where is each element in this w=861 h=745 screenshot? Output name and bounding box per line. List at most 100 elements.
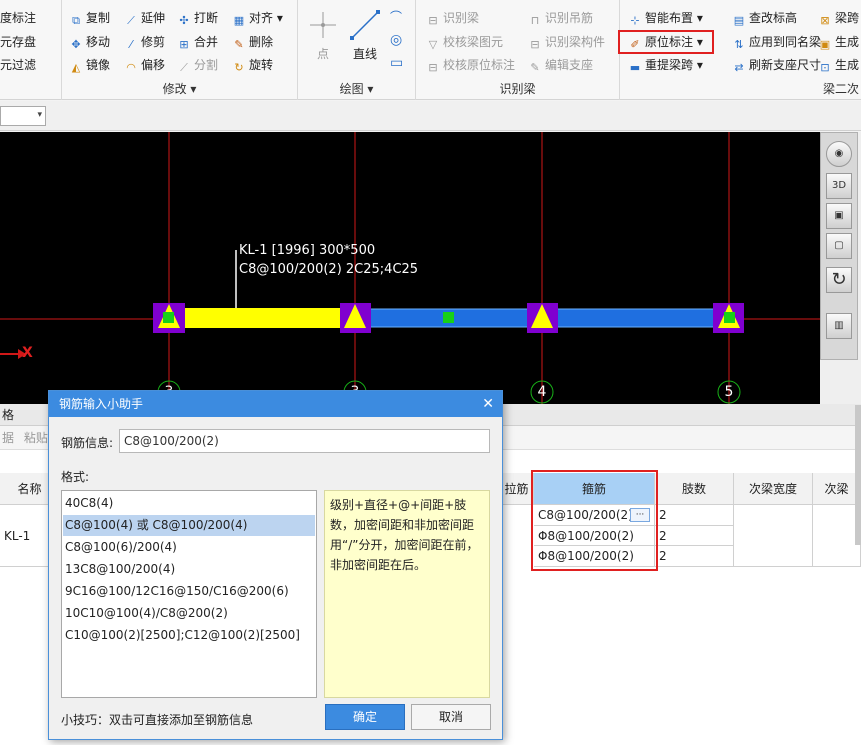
format-item[interactable]: 9C16@100/12C16@150/C16@200(6) [63,581,315,602]
ribbon-group-title-beam2: 梁二次 [822,82,859,96]
refresh-support-button[interactable]: ⇄ 刷新支座尺寸 [732,55,821,75]
smart-layout-button[interactable]: ⊹ 智能布置 ▾ [628,8,702,28]
format-item[interactable]: C10@100(2)[2500];C12@100(2)[2500] [63,625,315,646]
apply-same-beam-icon: ⇅ [734,38,744,51]
point-icon [308,8,338,42]
secondary-width-cell[interactable] [734,505,813,567]
check-beam-button[interactable]: ▽ 校核梁图元 [426,32,503,52]
beam-annotation-line1: KL-1 [1996] 300*500 [239,243,376,258]
break-icon: ✣ [179,14,189,27]
limbs-cell[interactable]: 2 [655,546,734,567]
line-icon [348,8,382,42]
panel-tool-data[interactable]: 据 [2,431,14,445]
generate-button-2[interactable]: ⊡ 生成 [818,55,859,75]
cancel-button[interactable]: 取消 [411,704,491,730]
box-icon[interactable]: ▢ [826,233,852,259]
close-icon[interactable]: ✕ [482,391,494,417]
view-3d-icon[interactable]: 3D [826,173,852,199]
vertical-scrollbar[interactable] [855,405,861,545]
extend-button[interactable]: ⟋ 延伸 [124,8,165,28]
respan-button[interactable]: ▬ 重提梁跨 ▾ [628,55,703,75]
drawing-canvas[interactable]: KL-1 [1996] 300*500 C8@100/200(2) 2C25;4… [0,132,820,404]
ribbon-item-filter-unit[interactable]: 元过滤 [0,55,36,75]
check-elevation-button[interactable]: ▤ 查改标高 [732,8,797,28]
view-toolbar-strip: ◉ 3D ▣ ▢ ↻ ▥ [820,132,858,360]
column-header-secondary-width: 次梁宽度 [734,473,813,505]
dialog-title: 钢筋输入小助手 [49,391,502,417]
rectangle-icon[interactable]: ▭ [390,55,408,73]
identify-hanger-icon: ⊓ [530,14,540,27]
trim-button[interactable]: ⁄ 修剪 [124,32,165,52]
refresh-support-icon: ⇄ [734,61,744,74]
align-icon: ▦ [233,14,245,27]
move-button[interactable]: ✥ 移动 [69,32,110,52]
ribbon-group-draw: 点 直线 ⌒ ◎ ▭ 绘图 ▾ [298,0,416,100]
axis-number: 4 [537,384,547,400]
format-item[interactable]: 13C8@100/200(4) [63,559,315,580]
ribbon-group-title-modify[interactable]: 修改 ▾ [62,80,297,98]
ribbon-group-title-identify: 识别梁 [499,82,536,96]
ribbon-item-dim-annotate[interactable]: 度标注 [0,8,36,28]
ribbon-group-modify: ⧉ 复制 ⟋ 延伸 ✣ 打断 ▦ 对齐 ▾ ✥ 移动 ⁄ 修剪 ⊞ 合并 ✎ 删除 ◭ 镜像 ◠ 偏… [62,0,298,100]
highlight-stirrup-column [531,470,658,571]
column-header-limbs: 肢数 [655,473,734,505]
identify-beam-component-button[interactable]: ⊟ 识别梁构件 [528,32,605,52]
ribbon-group-left: 度标注 元存盘 元过滤 [0,0,62,100]
layer-select[interactable]: ▾ [0,106,46,126]
point-button[interactable]: 点 [317,44,329,64]
arc-icon[interactable]: ⌒ [390,8,408,26]
smart-layout-icon: ⊹ [630,14,640,27]
extend-icon: ⟋ [127,14,135,27]
grid-view-icon[interactable]: ▥ [826,313,852,339]
rebar-input-dialog: 钢筋输入小助手 ✕ 钢筋信息: C8@100/200(2) 格式: 40C8(4… [48,390,503,740]
edit-support-icon: ✎ [530,61,540,74]
identify-beam-button[interactable]: ⊟ 识别梁 [426,8,479,28]
secondary-cell[interactable] [813,505,861,567]
offset-button[interactable]: ◠ 偏移 [124,55,165,75]
split-button[interactable]: ⟋ 分割 [177,55,218,75]
format-list[interactable]: 40C8(4) C8@100(4) 或 C8@100/200(4) C8@100… [61,490,317,698]
break-button[interactable]: ✣ 打断 [177,8,218,28]
rotate-button[interactable]: ↻ 旋转 [232,55,273,75]
delete-button[interactable]: ✎ 删除 [232,32,273,52]
ribbon-group-title-draw[interactable]: 绘图 ▾ [298,80,415,98]
check-inplace-button[interactable]: ⊟ 校核原位标注 [426,55,515,75]
rotate-icon: ↻ [234,61,244,74]
format-item[interactable]: 40C8(4) [63,493,315,514]
edit-support-button[interactable]: ✎ 编辑支座 [528,55,593,75]
mirror-button[interactable]: ◭ 镜像 [69,55,110,75]
ribbon-item-save-unit[interactable]: 元存盘 [0,32,36,52]
rebar-info-input[interactable]: C8@100/200(2) [119,429,490,453]
check-inplace-icon: ⊟ [428,61,438,74]
limbs-cell[interactable]: 2 [655,505,734,526]
property-bar: ▾ [0,101,861,131]
line-button[interactable]: 直线 [353,44,377,64]
apply-same-beam-button[interactable]: ⇅ 应用到同名梁 [732,32,821,52]
format-label: 格式: [61,470,90,484]
format-item[interactable]: C8@100(6)/200(4) [63,537,315,558]
copy-button[interactable]: ⧉ 复制 [69,8,110,28]
beam-annotation-line2: C8@100/200(2) 2C25;4C25 [239,262,419,277]
tip-text: 小技巧：双击可直接添加至钢筋信息 [61,713,254,727]
merge-button[interactable]: ⊞ 合并 [177,32,218,52]
format-item-selected[interactable]: C8@100(4) 或 C8@100/200(4) [63,515,315,536]
align-button[interactable]: ▦ 对齐 ▾ [232,8,283,28]
format-item[interactable]: 10C10@100(4)/C8@200(2) [63,603,315,624]
column-header-secondary: 次梁 [813,473,861,505]
refresh-icon[interactable]: ↻ [826,267,852,293]
identify-hanger-button[interactable]: ⊓ 识别吊筋 [528,8,593,28]
trim-icon: ⁄ [130,38,132,51]
ribbon-group-identify: ⊟ 识别梁 ⊓ 识别吊筋 ▽ 校核梁图元 ⊟ 识别梁构件 ⊟ 校核原位标注 ✎ 编辑支座 识… [416,0,620,100]
globe-icon[interactable]: ◉ [826,141,852,167]
circle-icon[interactable]: ◎ [390,32,408,50]
check-beam-icon: ▽ [428,38,438,51]
respan-icon: ▬ [629,61,641,74]
identify-component-icon: ⊟ [530,38,540,51]
beam-span-button[interactable]: ⊠ 梁跨 [818,8,859,28]
cube-icon[interactable]: ▣ [826,203,852,229]
limbs-cell[interactable]: 2 [655,526,734,546]
generate-button-1[interactable]: ▣ 生成 [818,32,859,52]
merge-icon: ⊞ [179,38,189,51]
delete-icon: ✎ [234,38,244,51]
ok-button[interactable]: 确定 [325,704,405,730]
